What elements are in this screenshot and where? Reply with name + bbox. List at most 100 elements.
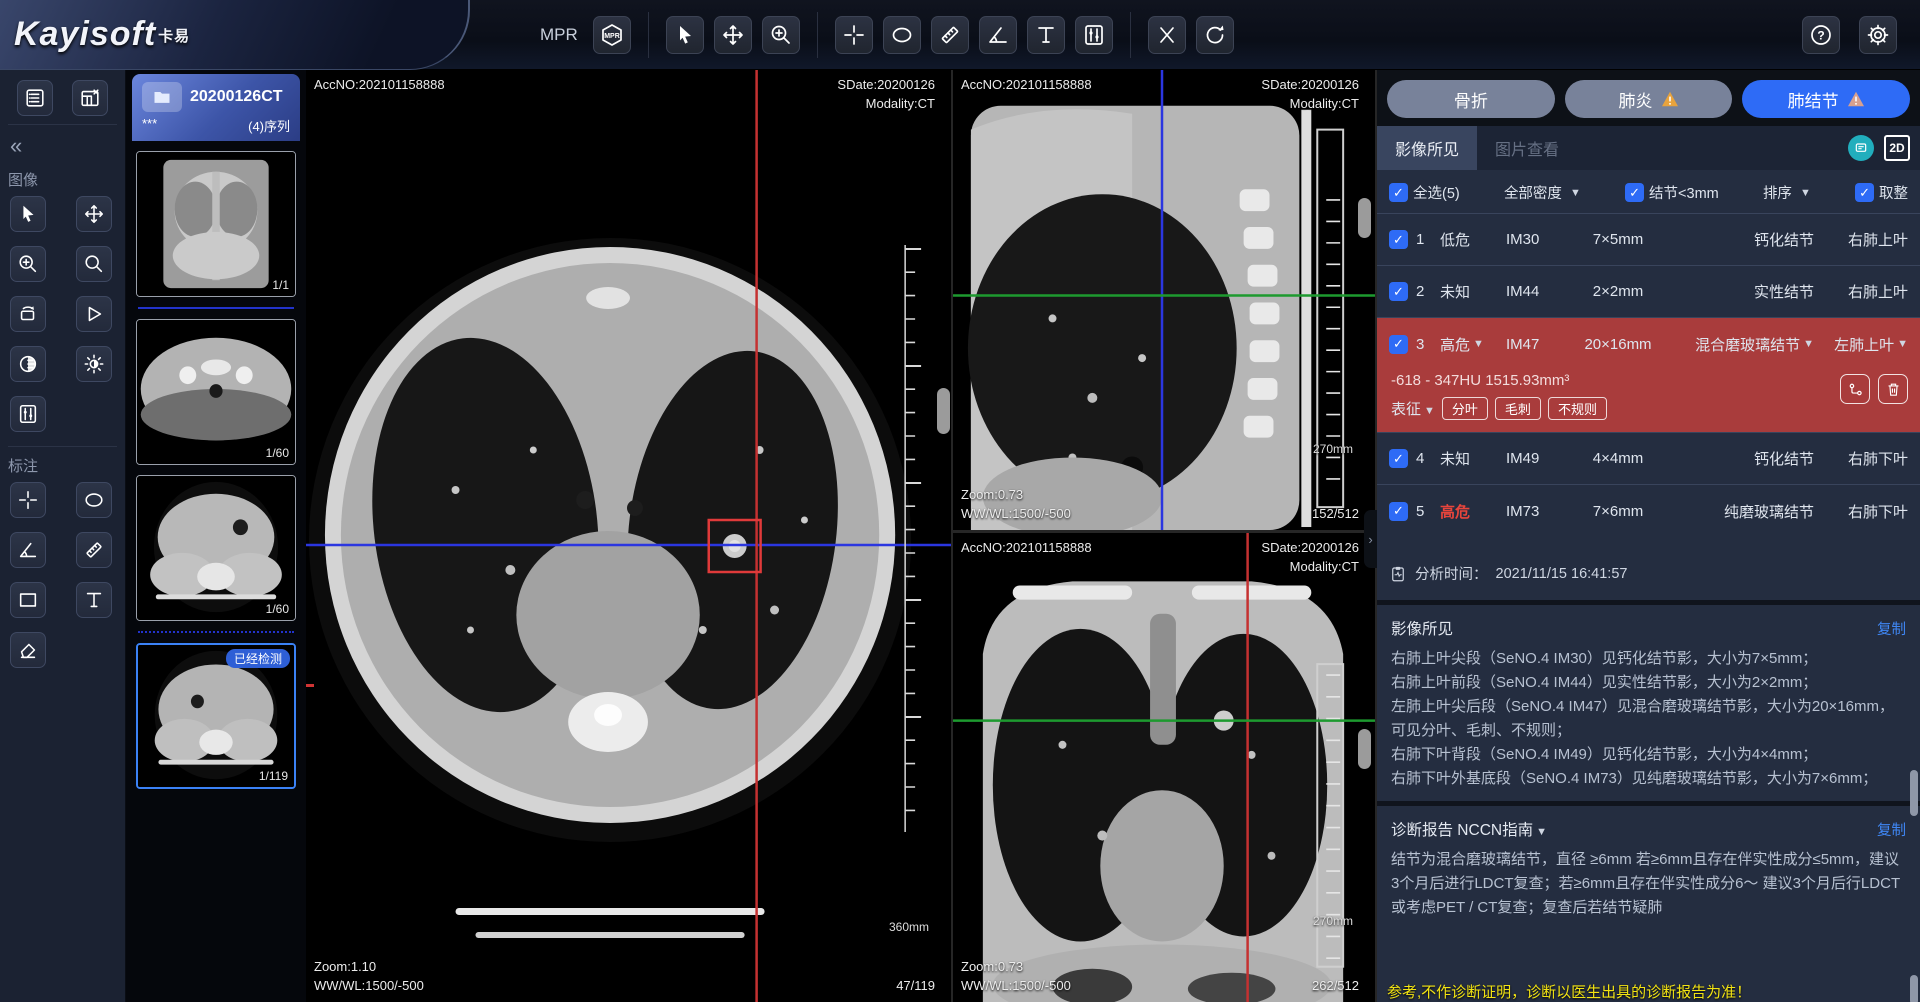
settings-button[interactable] <box>1859 16 1897 54</box>
crosshair-annotation-button[interactable] <box>10 482 46 518</box>
close-icon <box>1155 23 1179 47</box>
nodule-row-5[interactable]: ✓ 5 高危 IM73 7×6mm 纯磨玻璃结节 右肺下叶 <box>1377 485 1920 537</box>
feature-chip[interactable]: 分叶 <box>1442 397 1488 420</box>
text-tool-button[interactable] <box>1027 16 1065 54</box>
nodule-checkbox[interactable]: ✓ <box>1389 449 1408 468</box>
axial-viewport[interactable]: AccNO:202101158888 SDate:20200126Modalit… <box>306 70 953 1002</box>
round-values-checkbox[interactable]: ✓取整 <box>1855 182 1908 203</box>
feature-chip[interactable]: 毛刺 <box>1495 397 1541 420</box>
brightness-icon <box>83 353 105 375</box>
rectangle-annotation-button[interactable] <box>10 582 46 618</box>
svg-text:MPR: MPR <box>604 33 620 40</box>
delete-annotation-button[interactable] <box>1148 16 1186 54</box>
crosshair-tool-button[interactable] <box>835 16 873 54</box>
mpr-icon: MPR <box>600 23 624 47</box>
followup-button[interactable] <box>1840 374 1870 404</box>
annotation-section-label: 标注 <box>8 455 117 476</box>
study-header[interactable]: 20200126CT *** (4)序列 <box>132 74 300 141</box>
copy-report-link[interactable]: 复制 <box>1877 819 1906 840</box>
pointer-tool-button[interactable] <box>10 196 46 232</box>
magnify-tool-button[interactable] <box>76 246 112 282</box>
help-button[interactable]: ? <box>1802 16 1840 54</box>
nodule-row-1[interactable]: ✓ 1 低危 IM30 7×5mm 钙化结节 右肺上叶 <box>1377 214 1920 266</box>
rotate-tool-button[interactable] <box>10 296 46 332</box>
zoom-in-tool-button[interactable] <box>10 246 46 282</box>
sort-dropdown[interactable]: 排序▼ <box>1763 182 1811 203</box>
ruler-tool-button[interactable] <box>931 16 969 54</box>
nodule-checkbox[interactable]: ✓ <box>1389 502 1408 521</box>
pan-tool-button[interactable] <box>76 196 112 232</box>
text-annotation-button[interactable] <box>76 582 112 618</box>
series-thumbnail-selected[interactable]: 已经检测 1/119 <box>136 643 296 789</box>
findings-scrollbar-thumb[interactable] <box>1910 770 1918 816</box>
panel-collapse-handle[interactable]: › <box>1364 510 1377 568</box>
coronal-viewport[interactable]: AccNO:202101158888 SDate:20200126Modalit… <box>953 533 1375 1002</box>
panel-view-tabs: 影像所见 图片查看 2D <box>1377 126 1920 170</box>
axial-ct-image <box>306 70 951 1002</box>
tab-image-findings[interactable]: 影像所见 <box>1377 126 1477 170</box>
layout-close-button[interactable] <box>72 80 108 116</box>
cine-play-button[interactable] <box>76 296 112 332</box>
series-thumbnail-2[interactable]: 1/60 <box>136 319 296 465</box>
reset-button[interactable] <box>1196 16 1234 54</box>
invert-contrast-button[interactable] <box>10 346 46 382</box>
type-dropdown[interactable]: 混合磨玻璃结节▼ <box>1672 334 1814 355</box>
ellipse-annotation-button[interactable] <box>76 482 112 518</box>
toolbar-divider <box>1130 12 1131 58</box>
warning-icon <box>1847 91 1865 107</box>
zoom-tool-button[interactable] <box>762 16 800 54</box>
left-tool-rail: « 图像 <box>0 70 126 1002</box>
tab-picture-view[interactable]: 图片查看 <box>1477 126 1577 170</box>
feature-dropdown[interactable]: 表征▼ <box>1391 398 1435 419</box>
zoom-in-icon <box>769 23 793 47</box>
window-level-button[interactable] <box>1075 16 1113 54</box>
density-filter-dropdown[interactable]: 全部密度▼ <box>1504 182 1581 203</box>
feature-chip[interactable]: 不规则 <box>1548 397 1607 420</box>
coronal-slice-index: 262/512 <box>1312 977 1359 996</box>
delete-nodule-button[interactable] <box>1878 374 1908 404</box>
2d-view-button[interactable]: 2D <box>1884 135 1910 161</box>
copy-findings-link[interactable]: 复制 <box>1877 618 1906 639</box>
report-scrollbar-thumb[interactable] <box>1910 975 1918 1002</box>
small-nodule-checkbox[interactable]: ✓结节<3mm <box>1625 182 1719 203</box>
nodule-checkbox[interactable]: ✓ <box>1389 282 1408 301</box>
report-bubble-button[interactable] <box>1848 135 1874 161</box>
sagittal-scrollbar-thumb[interactable] <box>1358 198 1371 238</box>
nodule-row-4[interactable]: ✓ 4 未知 IM49 4×4mm 钙化结节 右肺下叶 <box>1377 433 1920 485</box>
eraser-button[interactable] <box>10 632 46 668</box>
nodule-checkbox[interactable]: ✓ <box>1389 230 1408 249</box>
select-all-checkbox[interactable]: ✓全选(5) <box>1389 182 1460 203</box>
tab-lung-nodule[interactable]: 肺结节 <box>1742 80 1910 118</box>
pan-tool-button[interactable] <box>714 16 752 54</box>
angle-tool-button[interactable] <box>979 16 1017 54</box>
ellipse-tool-button[interactable] <box>883 16 921 54</box>
series-thumbnail-scout[interactable]: 1/1 <box>136 151 296 297</box>
report-list-button[interactable] <box>17 80 53 116</box>
lobe-dropdown[interactable]: 左肺上叶▼ <box>1822 334 1908 355</box>
text-icon <box>1034 23 1058 47</box>
angle-annotation-button[interactable] <box>10 532 46 568</box>
warning-icon <box>1661 91 1679 107</box>
nodule-row-2[interactable]: ✓ 2 未知 IM44 2×2mm 实性结节 右肺上叶 <box>1377 266 1920 318</box>
mpr-button[interactable]: MPR <box>593 16 631 54</box>
nodule-checkbox[interactable]: ✓ <box>1389 335 1408 354</box>
ruler-icon <box>938 23 962 47</box>
risk-dropdown[interactable]: 高危▼ <box>1440 334 1498 355</box>
brightness-button[interactable] <box>76 346 112 382</box>
thumbnail-frame-count: 1/60 <box>266 602 289 616</box>
tab-pneumonia[interactable]: 肺炎 <box>1565 80 1733 118</box>
series-thumbnail-3[interactable]: 1/60 <box>136 475 296 621</box>
tab-fracture[interactable]: 骨折 <box>1387 80 1555 118</box>
coronal-scrollbar-thumb[interactable] <box>1358 729 1371 769</box>
sagittal-viewport[interactable]: AccNO:202101158888 SDate:20200126Modalit… <box>953 70 1375 533</box>
window-level-button[interactable] <box>10 396 46 432</box>
collapse-rail-button[interactable]: « <box>8 125 117 161</box>
ruler-annotation-button[interactable] <box>76 532 112 568</box>
crosshair-icon <box>17 489 39 511</box>
axial-scrollbar-thumb[interactable] <box>937 388 950 434</box>
nodule-row-3-expanded[interactable]: ✓ 3 高危▼ IM47 20×16mm 混合磨玻璃结节▼ 左肺上叶▼ -618… <box>1377 318 1920 433</box>
pointer-tool-button[interactable] <box>666 16 704 54</box>
folder-icon <box>142 82 182 112</box>
axial-study-info: SDate:20200126Modality:CT <box>837 76 935 114</box>
axial-accession: AccNO:202101158888 <box>314 76 445 95</box>
